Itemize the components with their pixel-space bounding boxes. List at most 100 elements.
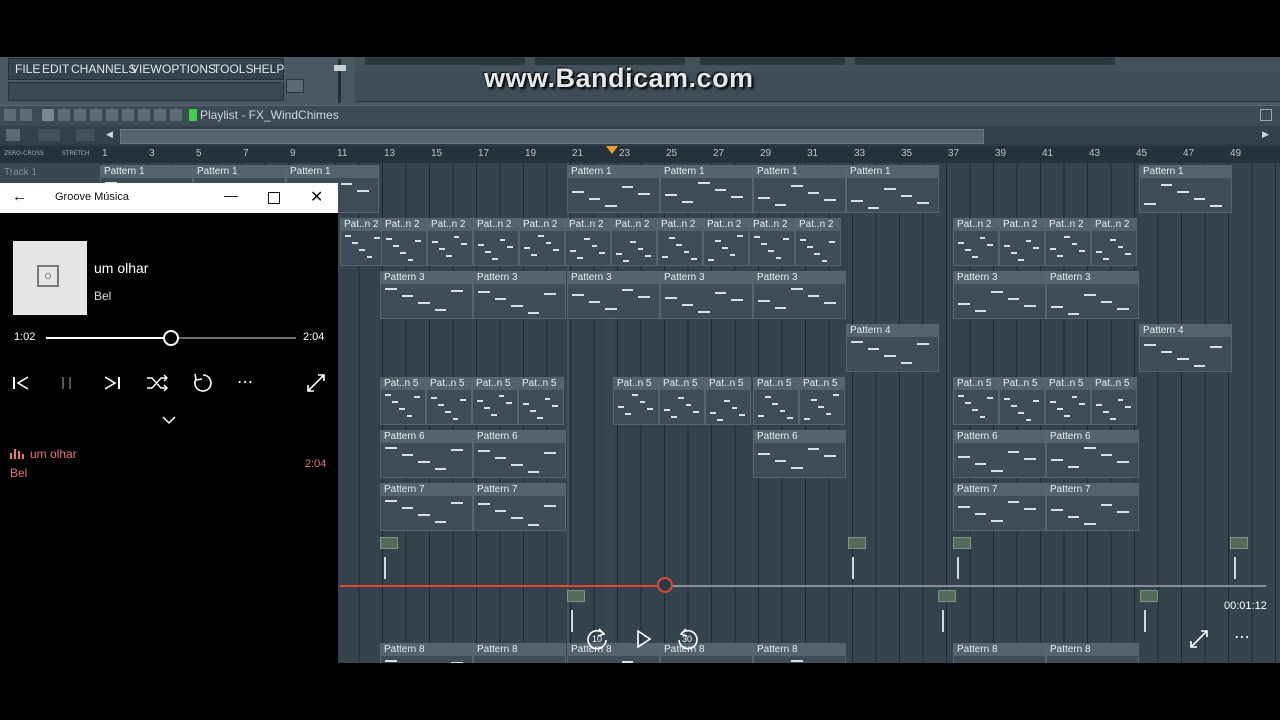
track-1-label[interactable]: Track 1 [4,167,37,178]
pattern-clip[interactable]: Pat..n 2 [340,218,386,266]
pattern-clip[interactable]: Pattern 7 [953,483,1046,531]
skip-back-10-icon[interactable]: 10 [584,626,610,652]
seek-bar[interactable] [46,330,296,346]
expand-icon[interactable] [1189,629,1209,649]
pattern-clip[interactable]: Pat..n 2 [749,218,795,266]
pause-icon[interactable] [58,374,76,392]
pattern-clip[interactable]: Pattern 8 [753,643,846,663]
pattern-clip[interactable]: Pattern 7 [380,483,473,531]
pattern-clip[interactable]: Pat..n 2 [999,218,1045,266]
next-icon[interactable] [103,374,121,392]
pattern-clip[interactable]: Pat..n 2 [1045,218,1091,266]
pin-icon[interactable] [286,79,304,93]
menu-tools[interactable]: TOOLS [213,60,253,78]
master-volume-slider[interactable] [333,59,347,103]
maximize-icon[interactable] [1260,109,1272,121]
more-options-icon[interactable]: ⋯ [237,372,254,392]
previous-icon[interactable] [12,374,30,392]
playlist-menu-icon[interactable] [6,129,20,141]
shuffle-icon[interactable] [146,374,168,392]
repeat-icon[interactable] [192,372,214,394]
automation-clip[interactable] [380,537,398,582]
song-position-marker[interactable] [606,146,618,154]
minimize-icon[interactable]: — [224,187,238,203]
pattern-clip[interactable]: Pat..n 5 [953,377,999,425]
album-art[interactable] [13,241,87,315]
pattern-clip[interactable]: Pat..n 5 [426,377,472,425]
pattern-clip[interactable]: Pattern 6 [473,430,566,478]
pattern-clip[interactable]: Pat..n 2 [473,218,519,266]
pattern-clip[interactable]: Pattern 3 [567,271,660,319]
pattern-clip[interactable]: Pattern 1 [567,165,660,213]
window-maximize-icon[interactable] [268,192,280,204]
pattern-clip[interactable]: Pattern 7 [473,483,566,531]
menu-view[interactable]: VIEW [131,60,162,78]
pattern-clip[interactable]: Pattern 6 [753,430,846,478]
pattern-clip[interactable]: Pat..n 2 [795,218,841,266]
pattern-clip[interactable]: Pat..n 5 [613,377,659,425]
video-progress-thumb[interactable] [657,577,673,593]
chevron-down-icon[interactable] [161,415,177,425]
pattern-clip[interactable]: Pattern 6 [1046,430,1139,478]
pattern-clip[interactable]: Pattern 3 [1046,271,1139,319]
pattern-clip[interactable]: Pattern 3 [660,271,753,319]
back-arrow-icon[interactable]: ← [12,188,27,205]
now-playing-title[interactable]: um olhar [94,260,148,276]
pattern-clip[interactable]: Pattern 3 [953,271,1046,319]
pattern-clip[interactable]: Pat..n 5 [472,377,518,425]
pattern-clip[interactable]: Pattern 8 [380,643,473,663]
scroll-right-icon[interactable]: ▶ [1262,130,1269,140]
pattern-clip[interactable]: Pat..n 2 [427,218,473,266]
pattern-clip[interactable]: Pat..n 5 [659,377,705,425]
automation-clip[interactable] [953,537,971,582]
pattern-clip[interactable]: Pat..n 2 [519,218,565,266]
menu-file[interactable]: FILE [15,60,40,78]
pattern-clip[interactable]: Pattern 4 [1139,324,1232,372]
menu-channels[interactable]: CHANNELS [71,60,136,78]
play-pattern-icon[interactable] [189,109,197,121]
pattern-clip[interactable]: Pat..n 5 [705,377,751,425]
pattern-clip[interactable]: Pattern 3 [753,271,846,319]
automation-clip[interactable] [1230,537,1248,582]
menu-options[interactable]: OPTIONS [162,60,216,78]
stretch-label[interactable]: STRETCH [62,150,89,157]
pattern-clip[interactable]: Pattern 8 [953,643,1046,663]
video-more-icon[interactable]: ⋯ [1234,627,1250,646]
full-screen-icon[interactable] [306,373,326,393]
pattern-clip[interactable]: Pattern 8 [660,643,753,663]
now-playing-artist[interactable]: Bel [94,289,111,303]
pattern-clip[interactable]: Pattern 3 [380,271,473,319]
zero-cross-label[interactable]: ZERO-CROSS [4,150,44,157]
pattern-clip[interactable]: Pattern 6 [380,430,473,478]
pattern-clip[interactable]: Pat..n 2 [611,218,657,266]
pattern-clip[interactable]: Pattern 6 [953,430,1046,478]
timeline-ruler[interactable]: ZERO-CROSS STRETCH 1 3 5 7 9 11 13 15 17 19 21 23 25… [0,146,1280,163]
automation-clip[interactable] [938,590,956,635]
skip-forward-30-icon[interactable]: 30 [675,626,701,652]
play-icon[interactable] [636,630,652,648]
pattern-clip[interactable]: Pat..n 2 [381,218,427,266]
note-icon[interactable] [76,129,94,141]
pattern-clip[interactable]: Pat..n 2 [953,218,999,266]
pattern-clip[interactable]: Pat..n 2 [657,218,703,266]
menu-help[interactable]: HELP [253,60,284,78]
automation-clip[interactable] [567,590,585,635]
video-progress-remaining[interactable] [666,585,1266,587]
menu-edit[interactable]: EDIT [42,60,69,78]
pattern-clip[interactable]: Pattern 8 [473,643,566,663]
pattern-clip[interactable]: Pat..n 5 [380,377,426,425]
pattern-clip[interactable]: Pat..n 5 [799,377,845,425]
pattern-clip[interactable]: Pattern 1 [753,165,846,213]
scroll-left-icon[interactable]: ◀ [106,130,113,140]
video-progress-played[interactable] [340,585,666,587]
queue-item[interactable]: um olhar Bel 2:04 [0,441,338,481]
pattern-clip[interactable]: Pattern 8 [1046,643,1139,663]
pattern-clip[interactable]: Pattern 1 [846,165,939,213]
automation-clip[interactable] [1140,590,1158,635]
pattern-clip[interactable]: Pat..n 2 [565,218,611,266]
pattern-clip[interactable]: Pattern 1 [660,165,753,213]
close-icon[interactable]: ✕ [310,187,323,207]
tool-icons[interactable] [855,57,1115,65]
pattern-clip[interactable]: Pat..n 2 [703,218,749,266]
playlist-title[interactable]: Playlist - FX_WindChimes [200,108,339,122]
